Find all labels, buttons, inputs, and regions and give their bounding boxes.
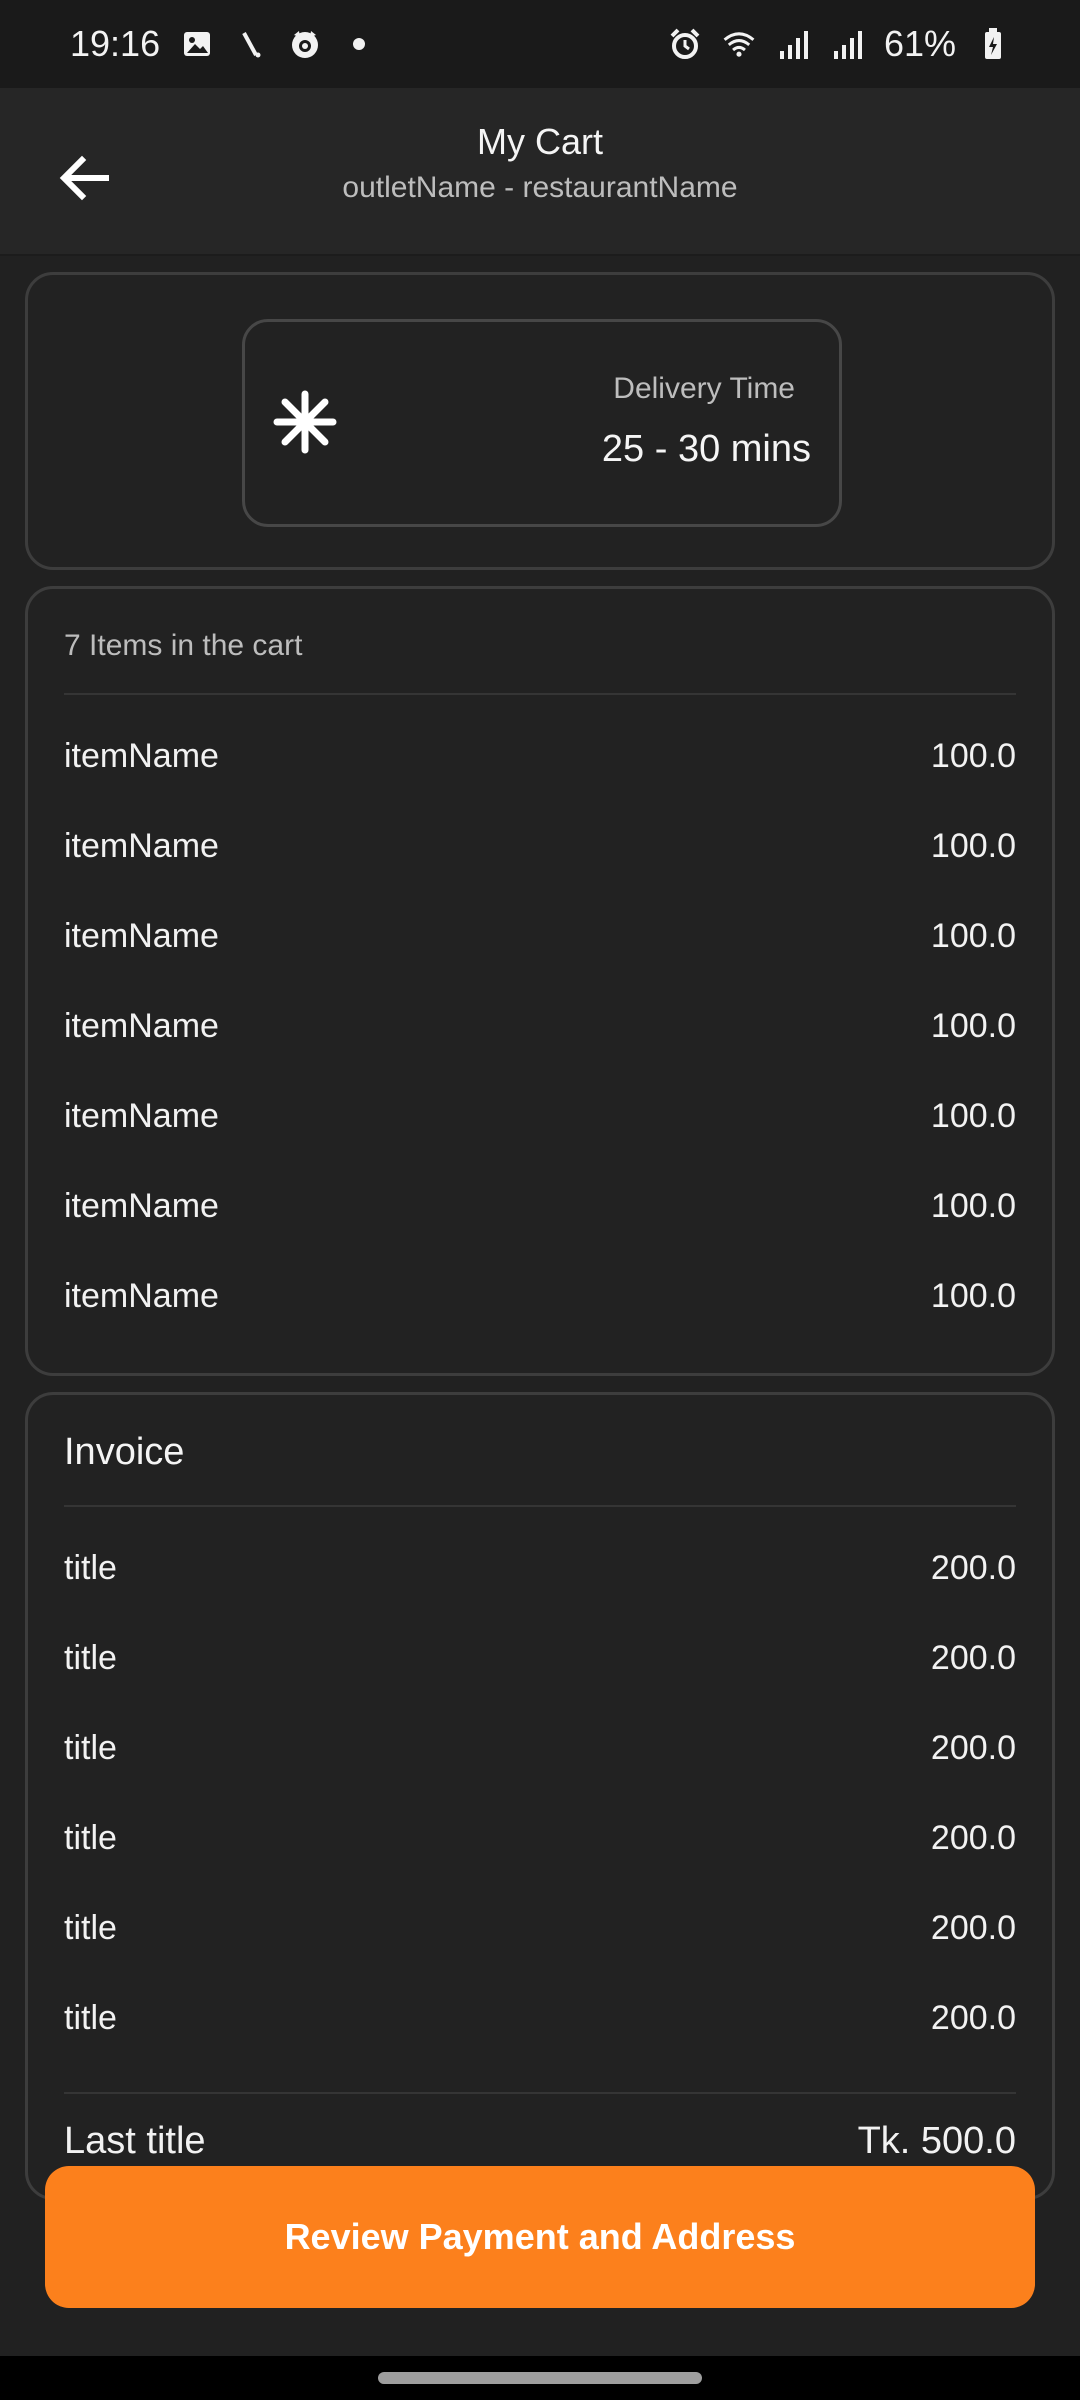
cart-item-row: itemName 100.0 — [64, 996, 1016, 1056]
cart-item-price: 100.0 — [930, 916, 1016, 955]
delivery-card: Delivery Time 25 - 30 mins — [25, 272, 1055, 570]
face-icon — [288, 27, 322, 61]
page-subtitle: outletName - restaurantName — [342, 171, 738, 204]
invoice-total-title: Last title — [64, 2119, 206, 2162]
page-title: My Cart — [477, 121, 603, 162]
invoice-divider — [64, 2092, 1016, 2094]
cart-item-price: 100.0 — [930, 1006, 1016, 1045]
wifi-icon — [722, 27, 756, 61]
invoice-row: title 200.0 — [64, 1898, 1016, 1958]
cart-item-name: itemName — [64, 916, 219, 955]
delivery-time-value: 25 - 30 mins — [601, 428, 811, 470]
invoice-heading: Invoice — [64, 1431, 1016, 1507]
cart-item-name: itemName — [64, 1276, 219, 1315]
review-payment-button[interactable]: Review Payment and Address — [45, 2166, 1035, 2308]
delivery-time-label: Delivery Time — [613, 372, 795, 405]
slash-icon — [234, 27, 268, 61]
cart-item-name: itemName — [64, 1006, 219, 1045]
invoice-row-amount: 200.0 — [930, 1548, 1016, 1587]
cart-item-price: 100.0 — [930, 736, 1016, 775]
snowflake-icon — [273, 390, 337, 454]
invoice-row: title 200.0 — [64, 1538, 1016, 1598]
cart-item-row: itemName 100.0 — [64, 1086, 1016, 1146]
delivery-time-box: Delivery Time 25 - 30 mins — [242, 319, 842, 527]
invoice-row: title 200.0 — [64, 1718, 1016, 1778]
invoice-row-title: title — [64, 1548, 117, 1587]
cart-item-name: itemName — [64, 826, 219, 865]
signal-icon — [830, 27, 864, 61]
cart-item-price: 100.0 — [930, 1096, 1016, 1135]
invoice-row: title 200.0 — [64, 1808, 1016, 1868]
signal-icon — [776, 27, 810, 61]
cart-item-row: itemName 100.0 — [64, 816, 1016, 876]
invoice-row-title: title — [64, 1728, 117, 1767]
invoice-row-amount: 200.0 — [930, 1728, 1016, 1767]
status-left: 19:16 — [70, 23, 376, 65]
app-bar: My Cart outletName - restaurantName — [0, 88, 1080, 256]
cart-item-price: 100.0 — [930, 1186, 1016, 1225]
invoice-row-amount: 200.0 — [930, 1638, 1016, 1677]
invoice-row: title 200.0 — [64, 1628, 1016, 1688]
cart-items-card: 7 Items in the cart itemName 100.0 itemN… — [25, 586, 1055, 1376]
cart-item-row: itemName 100.0 — [64, 1266, 1016, 1326]
cart-item-name: itemName — [64, 1186, 219, 1225]
invoice-total-row: Last title Tk. 500.0 — [64, 2111, 1016, 2171]
invoice-row-amount: 200.0 — [930, 1908, 1016, 1947]
cart-item-name: itemName — [64, 1096, 219, 1135]
status-right: 61% — [668, 23, 1010, 65]
invoice-total-amount: Tk. 500.0 — [857, 2119, 1016, 2162]
cart-item-row: itemName 100.0 — [64, 906, 1016, 966]
invoice-row-amount: 200.0 — [930, 1818, 1016, 1857]
alarm-icon — [668, 27, 702, 61]
image-icon — [180, 27, 214, 61]
status-time: 19:16 — [70, 23, 161, 64]
invoice-card: Invoice title 200.0 title 200.0 title 20… — [25, 1392, 1055, 2200]
invoice-row-title: title — [64, 1818, 117, 1857]
cart-item-row: itemName 100.0 — [64, 1176, 1016, 1236]
cart-item-price: 100.0 — [930, 826, 1016, 865]
battery-percent: 61% — [883, 23, 956, 64]
invoice-row-title: title — [64, 1998, 117, 2037]
cart-item-price: 100.0 — [930, 1276, 1016, 1315]
cart-item-name: itemName — [64, 736, 219, 775]
battery-icon — [976, 27, 1010, 61]
status-bar: 19:16 61% — [0, 0, 1080, 88]
home-gesture-handle[interactable] — [378, 2372, 702, 2384]
invoice-row-title: title — [64, 1638, 117, 1677]
dot-icon — [342, 27, 376, 61]
system-nav-bar — [0, 2356, 1080, 2400]
invoice-row-amount: 200.0 — [930, 1998, 1016, 2037]
cart-item-row: itemName 100.0 — [64, 726, 1016, 786]
cart-count-heading: 7 Items in the cart — [64, 629, 1016, 695]
title-block: My Cart outletName - restaurantName — [0, 118, 1080, 210]
invoice-row-title: title — [64, 1908, 117, 1947]
invoice-row: title 200.0 — [64, 1988, 1016, 2048]
